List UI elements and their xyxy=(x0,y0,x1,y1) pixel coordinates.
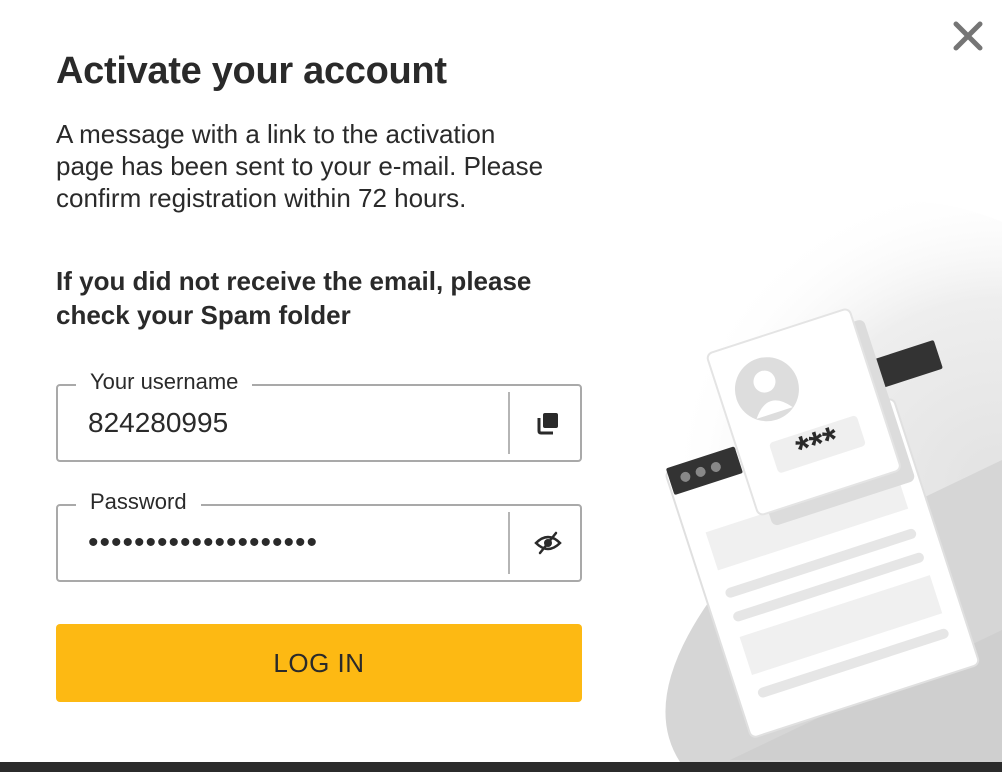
login-button[interactable]: LOG IN xyxy=(56,624,582,702)
field-divider xyxy=(508,512,510,574)
eye-slash-icon xyxy=(534,531,562,555)
password-field: Password •••••••••••••••••••• xyxy=(56,486,582,582)
copy-icon xyxy=(537,413,558,435)
page-footer-bar xyxy=(0,762,1002,772)
spam-folder-note: If you did not receive the email, please… xyxy=(56,266,532,330)
account-illustration: *** xyxy=(560,200,1002,762)
close-icon xyxy=(953,21,983,51)
close-button[interactable] xyxy=(948,16,988,56)
activation-message: A message with a link to the activation … xyxy=(56,119,544,213)
dialog-title: Activate your account xyxy=(56,50,447,92)
toggle-password-visibility-button[interactable] xyxy=(520,514,576,572)
field-divider xyxy=(508,392,510,454)
activation-dialog: *** Activate your account A message with… xyxy=(0,0,1002,762)
password-value[interactable]: •••••••••••••••••••• xyxy=(88,506,508,580)
username-value[interactable]: 824280995 xyxy=(88,386,508,460)
username-field: Your username 824280995 xyxy=(56,366,582,462)
copy-username-button[interactable] xyxy=(520,394,576,452)
